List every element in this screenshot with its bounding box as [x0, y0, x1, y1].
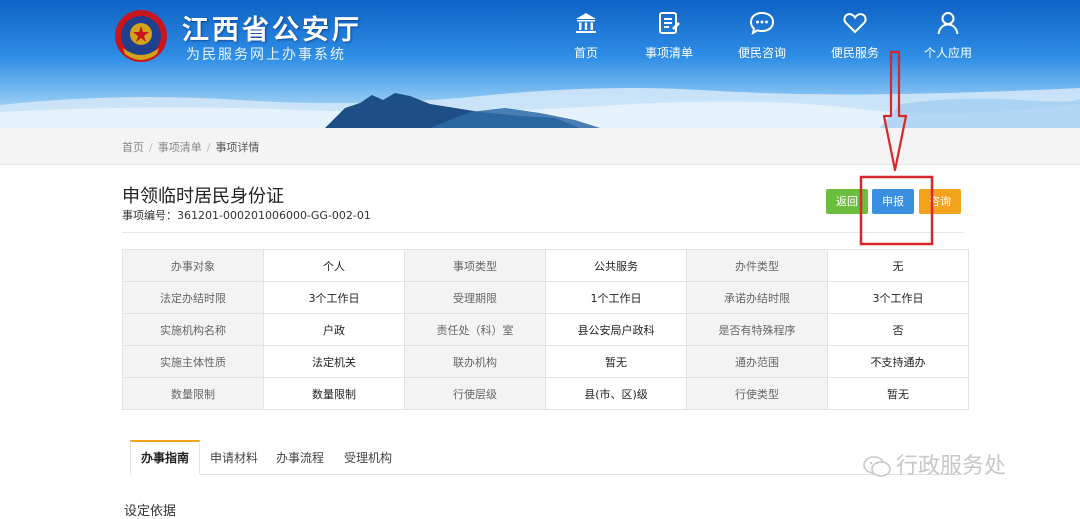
watermark-text: 行政服务处: [896, 454, 1007, 479]
nav-consult-label: 便民咨询: [737, 46, 786, 60]
field-label: 行使类型: [686, 377, 828, 410]
divider: [122, 232, 964, 233]
field-value: 3个工作日: [263, 281, 405, 314]
field-value: 否: [827, 313, 969, 346]
table-row: 办事对象 个人 事项类型 公共服务 办件类型 无: [122, 249, 969, 282]
checklist-icon: [659, 12, 680, 34]
table-row: 法定办结时限 3个工作日 受理期限 1个工作日 承诺办结时限 3个工作日: [122, 281, 969, 314]
field-value: 户政: [263, 313, 405, 346]
field-label: 办事对象: [122, 249, 264, 282]
breadcrumb-bar: 首页 / 事项清单 / 事项详情: [0, 128, 1080, 165]
field-label: 事项类型: [404, 249, 546, 282]
field-label: 办件类型: [686, 249, 828, 282]
field-value: 暂无: [827, 377, 969, 410]
field-label: 通办范围: [686, 345, 828, 378]
field-label: 责任处（科）室: [404, 313, 546, 346]
field-value: 不支持通办: [827, 345, 969, 378]
field-value: 暂无: [545, 345, 687, 378]
user-icon: [937, 12, 959, 35]
breadcrumb-current: 事项详情: [215, 141, 260, 154]
tab-guide[interactable]: 办事指南: [130, 440, 200, 475]
page-title: 申领临时居民身份证: [122, 186, 284, 207]
field-label: 法定办结时限: [122, 281, 264, 314]
tab-materials[interactable]: 申请材料: [204, 440, 264, 473]
field-label: 实施机构名称: [122, 313, 264, 346]
detail-tabs: 办事指南 申请材料 办事流程 受理机构: [130, 440, 964, 475]
field-label: 数量限制: [122, 377, 264, 410]
field-label: 行使层级: [404, 377, 546, 410]
bank-icon: [576, 13, 596, 33]
breadcrumb-home[interactable]: 首页: [122, 141, 144, 154]
field-value: 无: [827, 249, 969, 282]
breadcrumb: 首页 / 事项清单 / 事项详情: [122, 139, 259, 155]
field-value: 法定机关: [263, 345, 405, 378]
field-label: 实施主体性质: [122, 345, 264, 378]
nav-home[interactable]: 首页: [546, 10, 626, 61]
wechat-watermark: 行政服务处: [862, 448, 1006, 480]
apply-button[interactable]: 申报: [872, 189, 914, 214]
nav-personal[interactable]: 个人应用: [908, 10, 988, 61]
table-row: 实施主体性质 法定机关 联办机构 暂无 通办范围 不支持通办: [122, 345, 969, 378]
breadcrumb-separator: /: [149, 141, 153, 154]
nav-consult[interactable]: 便民咨询: [722, 10, 802, 61]
nav-personal-label: 个人应用: [923, 46, 972, 60]
item-code-value: 361201-000201006000-GG-002-01: [177, 209, 371, 222]
table-row: 数量限制 数量限制 行使层级 县(市、区)级 行使类型 暂无: [122, 377, 969, 410]
nav-service-label: 便民服务: [830, 46, 879, 60]
field-value: 县(市、区)级: [545, 377, 687, 410]
table-row: 实施机构名称 户政 责任处（科）室 县公安局户政科 是否有特殊程序 否: [122, 313, 969, 346]
section-heading: 设定依据: [124, 504, 177, 519]
nav-service[interactable]: 便民服务: [815, 10, 895, 61]
field-value: 个人: [263, 249, 405, 282]
site-header: 江西省公安厅 为民服务网上办事系统 首页 事项清单 便民咨询 便民服务 个人应用: [0, 0, 1080, 128]
field-value: 数量限制: [263, 377, 405, 410]
field-value: 1个工作日: [545, 281, 687, 314]
field-value: 公共服务: [545, 249, 687, 282]
field-label: 受理期限: [404, 281, 546, 314]
field-label: 是否有特殊程序: [686, 313, 828, 346]
back-button[interactable]: 返回: [826, 189, 868, 214]
field-label: 联办机构: [404, 345, 546, 378]
nav-item-list[interactable]: 事项清单: [629, 10, 709, 61]
heart-icon: [843, 13, 867, 34]
nav-item-list-label: 事项清单: [644, 46, 693, 60]
field-value: 3个工作日: [827, 281, 969, 314]
item-code: 事项编号：361201-000201006000-GG-002-01: [122, 207, 371, 223]
consult-button[interactable]: 咨询: [919, 189, 961, 214]
tab-process[interactable]: 办事流程: [270, 440, 330, 473]
tab-agency[interactable]: 受理机构: [338, 440, 398, 473]
field-value: 县公安局户政科: [545, 313, 687, 346]
wechat-icon: [863, 456, 891, 477]
main-nav: 首页 事项清单 便民咨询 便民服务 个人应用: [0, 10, 1080, 70]
nav-home-label: 首页: [573, 46, 598, 60]
item-info-table: 办事对象 个人 事项类型 公共服务 办件类型 无 法定办结时限 3个工作日 受理…: [122, 249, 969, 410]
breadcrumb-item-list[interactable]: 事项清单: [158, 141, 202, 154]
field-label: 承诺办结时限: [686, 281, 828, 314]
chat-bubble-icon: [749, 11, 775, 36]
item-code-label: 事项编号：: [122, 209, 177, 222]
breadcrumb-separator: /: [206, 141, 211, 154]
